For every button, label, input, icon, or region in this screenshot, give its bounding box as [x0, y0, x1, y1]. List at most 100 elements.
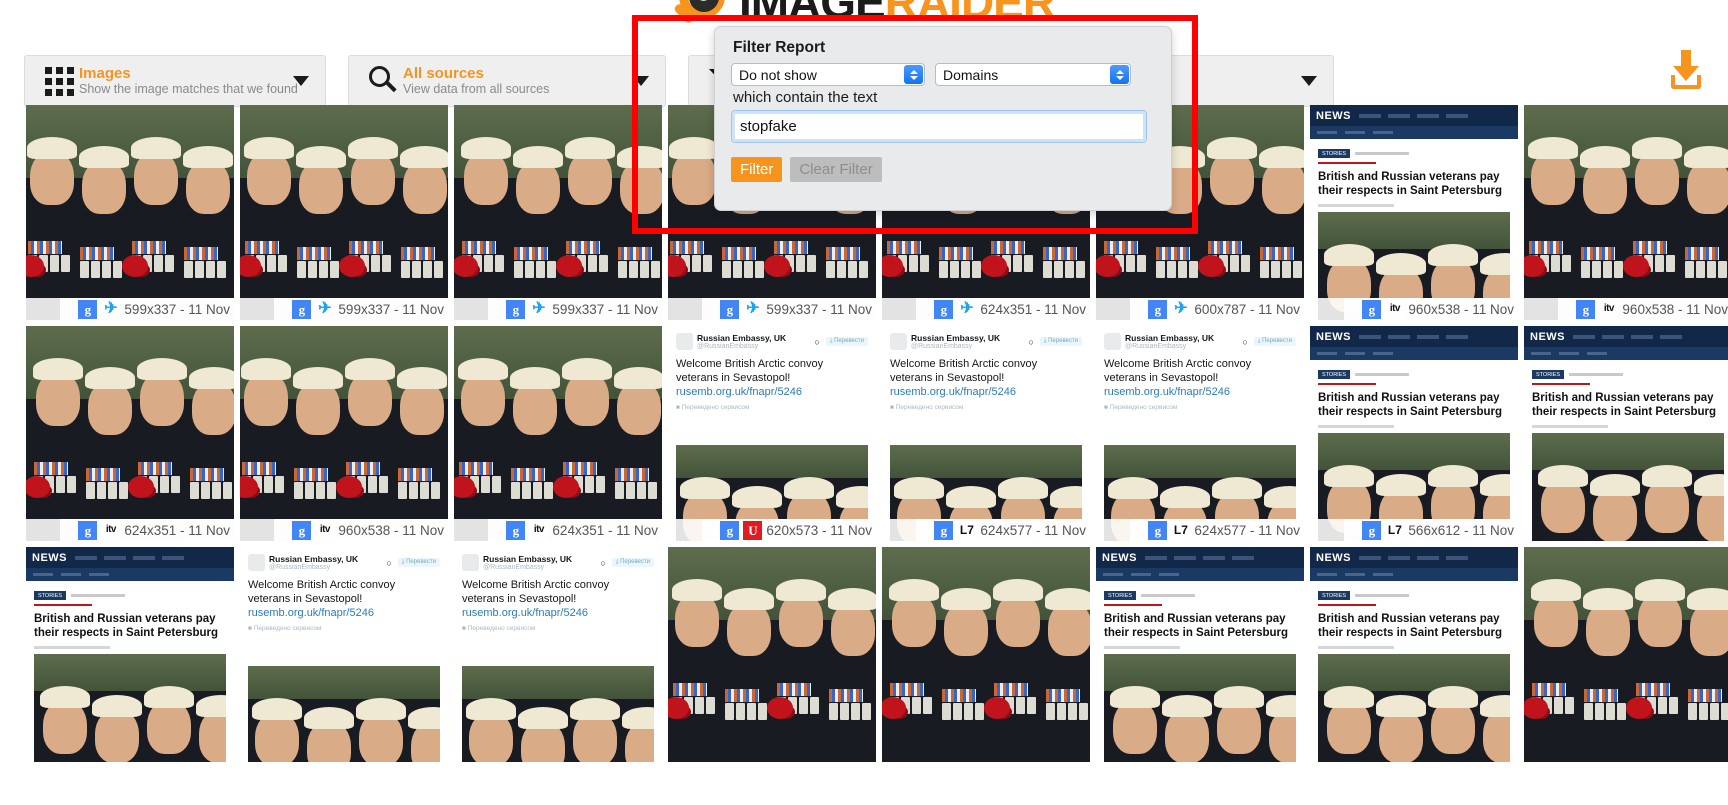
google-badge-icon: g [934, 520, 954, 540]
result-cell[interactable]: g ✈ 599x337 - 11 Nov [26, 105, 234, 320]
result-cell[interactable]: NEWS STORIES British and Russian veterans … [1096, 547, 1304, 762]
result-thumbnail[interactable]: NEWS STORIES British and Russian veterans … [1310, 326, 1518, 541]
more-icon: ○ [386, 557, 392, 568]
veterans-photo [1318, 654, 1510, 762]
result-cell[interactable]: g ✈ 599x337 - 11 Nov [240, 105, 448, 320]
twitter-badge-icon: ✈ [104, 300, 118, 317]
news-headline: British and Russian veterans pay their r… [1104, 613, 1289, 639]
result-caption: g itv 960x538 - 11 Nov [1310, 298, 1518, 320]
result-cell[interactable]: Russian Embassy, UK @RussianEmbassy ○ ⤓ Пер… [668, 326, 876, 541]
toolbar-button-images-subtitle: Show the image matches that we found [79, 82, 298, 96]
result-caption-text: 600x787 - 11 Nov [1194, 301, 1300, 317]
result-cell[interactable]: NEWS STORIES British and Russian veterans … [1310, 326, 1518, 541]
news-brand: NEWS [1316, 551, 1351, 564]
result-caption-text: 599x337 - 11 Nov [124, 301, 230, 317]
result-cell[interactable]: g ✈ 599x337 - 11 Nov [454, 105, 662, 320]
result-cell[interactable] [882, 547, 1090, 762]
filter-mode-value: Do not show [739, 66, 817, 83]
result-cell[interactable]: g itv 960x538 - 11 Nov [240, 326, 448, 541]
stepper-icon[interactable] [1110, 65, 1129, 84]
google-badge-icon: g [1576, 299, 1596, 319]
filter-field-select[interactable]: Domains [935, 63, 1131, 86]
result-cell[interactable]: NEWS STORIES British and Russian veterans … [1310, 105, 1518, 320]
result-thumbnail[interactable]: NEWS STORIES British and Russian veterans … [1524, 326, 1728, 541]
result-thumbnail[interactable] [26, 326, 234, 541]
result-cell[interactable]: g itv 624x351 - 11 Nov [26, 326, 234, 541]
result-thumbnail[interactable]: NEWS STORIES British and Russian veterans … [26, 547, 234, 762]
chevron-down-icon[interactable] [633, 76, 649, 86]
toolbar-button-all-sources-subtitle: View data from all sources [403, 82, 550, 96]
veterans-photo [882, 547, 1090, 762]
result-caption: g ✈ 600x787 - 11 Nov [1096, 298, 1304, 320]
filter-text-input[interactable] [731, 110, 1147, 143]
google-badge-icon: g [292, 299, 312, 319]
search-icon [363, 66, 403, 96]
result-cell[interactable]: Russian Embassy, UK @RussianEmbassy ○ ⤓ Пер… [454, 547, 662, 762]
tweet-account-name: Russian Embassy, UK [911, 333, 1001, 343]
result-thumbnail[interactable] [882, 547, 1090, 762]
avatar [890, 333, 907, 350]
result-cell[interactable]: Russian Embassy, UK @RussianEmbassy ○ ⤓ Пер… [240, 547, 448, 762]
result-cell[interactable]: NEWS STORIES British and Russian veterans … [1524, 326, 1728, 541]
veterans-photo [1524, 547, 1728, 762]
result-thumbnail[interactable]: Russian Embassy, UK @RussianEmbassy ○ ⤓ Пер… [240, 547, 448, 762]
result-cell[interactable]: Russian Embassy, UK @RussianEmbassy ○ ⤓ Пер… [882, 326, 1090, 541]
logo-text-dark: IMAGE [738, 0, 886, 28]
result-thumbnail[interactable] [240, 326, 448, 541]
news-brand: NEWS [1316, 330, 1351, 343]
result-thumbnail[interactable]: Russian Embassy, UK @RussianEmbassy ○ ⤓ Пер… [454, 547, 662, 762]
clear-filter-button[interactable]: Clear Filter [790, 157, 882, 182]
result-caption-text: 624x351 - 11 Nov [980, 301, 1086, 317]
result-cell[interactable] [668, 547, 876, 762]
result-thumbnail[interactable]: Russian Embassy, UK @RussianEmbassy ○ ⤓ Пер… [1096, 326, 1304, 541]
download-icon[interactable] [1666, 50, 1706, 92]
tweet-link: rusemb.org.uk/fnapr/5246 [1104, 386, 1230, 398]
result-thumbnail[interactable]: NEWS STORIES British and Russian veterans … [1310, 105, 1518, 320]
result-thumbnail[interactable]: NEWS STORIES British and Russian veterans … [1310, 547, 1518, 762]
result-thumbnail[interactable]: Russian Embassy, UK @RussianEmbassy ○ ⤓ Пер… [882, 326, 1090, 541]
filter-text-label: which contain the text [733, 89, 878, 106]
toolbar-button-all-sources[interactable]: All sources View data from all sources [348, 55, 666, 107]
result-thumbnail[interactable] [454, 326, 662, 541]
result-cell[interactable] [1524, 547, 1728, 762]
tweet-screenshot-thumbnail: Russian Embassy, UK @RussianEmbassy ○ ⤓ Пер… [668, 326, 876, 541]
tweet-text: Welcome British Arctic convoy veterans i… [248, 579, 396, 605]
google-badge-icon: g [78, 299, 98, 319]
result-thumbnail[interactable] [26, 105, 234, 320]
toolbar-button-images[interactable]: Images Show the image matches that we fo… [24, 55, 326, 107]
twitter-badge-icon: ✈ [746, 300, 760, 317]
chevron-down-icon[interactable] [1301, 76, 1317, 86]
news-headline: British and Russian veterans pay their r… [1532, 392, 1717, 418]
result-thumbnail[interactable]: Russian Embassy, UK @RussianEmbassy ○ ⤓ Пер… [668, 326, 876, 541]
result-thumbnail[interactable] [454, 105, 662, 320]
result-caption-text: 566x612 - 11 Nov [1408, 522, 1514, 538]
result-thumbnail[interactable] [1524, 547, 1728, 762]
result-cell[interactable]: g itv 624x351 - 11 Nov [454, 326, 662, 541]
veterans-photo [668, 547, 876, 762]
chevron-down-icon[interactable] [293, 76, 309, 86]
result-thumbnail[interactable] [240, 105, 448, 320]
filter-mode-select[interactable]: Do not show [731, 63, 925, 86]
result-caption: g L7 624x577 - 11 Nov [1096, 519, 1304, 541]
result-thumbnail[interactable] [668, 547, 876, 762]
avatar [1104, 333, 1121, 350]
result-caption-text: 599x337 - 11 Nov [552, 301, 658, 317]
veterans-photo [1532, 433, 1724, 541]
news-photo [1532, 433, 1724, 541]
itv-badge-icon: itv [529, 520, 549, 540]
itv-badge-icon: itv [315, 520, 335, 540]
result-thumbnail[interactable]: NEWS STORIES British and Russian veterans … [1096, 547, 1304, 762]
news-headline: British and Russian veterans pay their r… [34, 613, 219, 639]
result-caption-text: 960x538 - 11 Nov [1622, 301, 1728, 317]
result-cell[interactable]: NEWS STORIES British and Russian veterans … [26, 547, 234, 762]
tweet-text: Welcome British Arctic convoy veterans i… [890, 358, 1038, 384]
result-cell[interactable]: NEWS STORIES British and Russian veterans … [1310, 547, 1518, 762]
avatar [248, 554, 265, 571]
result-cell[interactable]: Russian Embassy, UK @RussianEmbassy ○ ⤓ Пер… [1096, 326, 1304, 541]
twitter-badge-icon: ✈ [318, 300, 332, 317]
apply-filter-button[interactable]: Filter [731, 157, 783, 182]
result-cell[interactable]: g itv 960x538 - 11 Nov [1524, 105, 1728, 320]
result-caption-text: 624x577 - 11 Nov [980, 522, 1086, 538]
stepper-icon[interactable] [904, 65, 923, 84]
result-thumbnail[interactable] [1524, 105, 1728, 320]
